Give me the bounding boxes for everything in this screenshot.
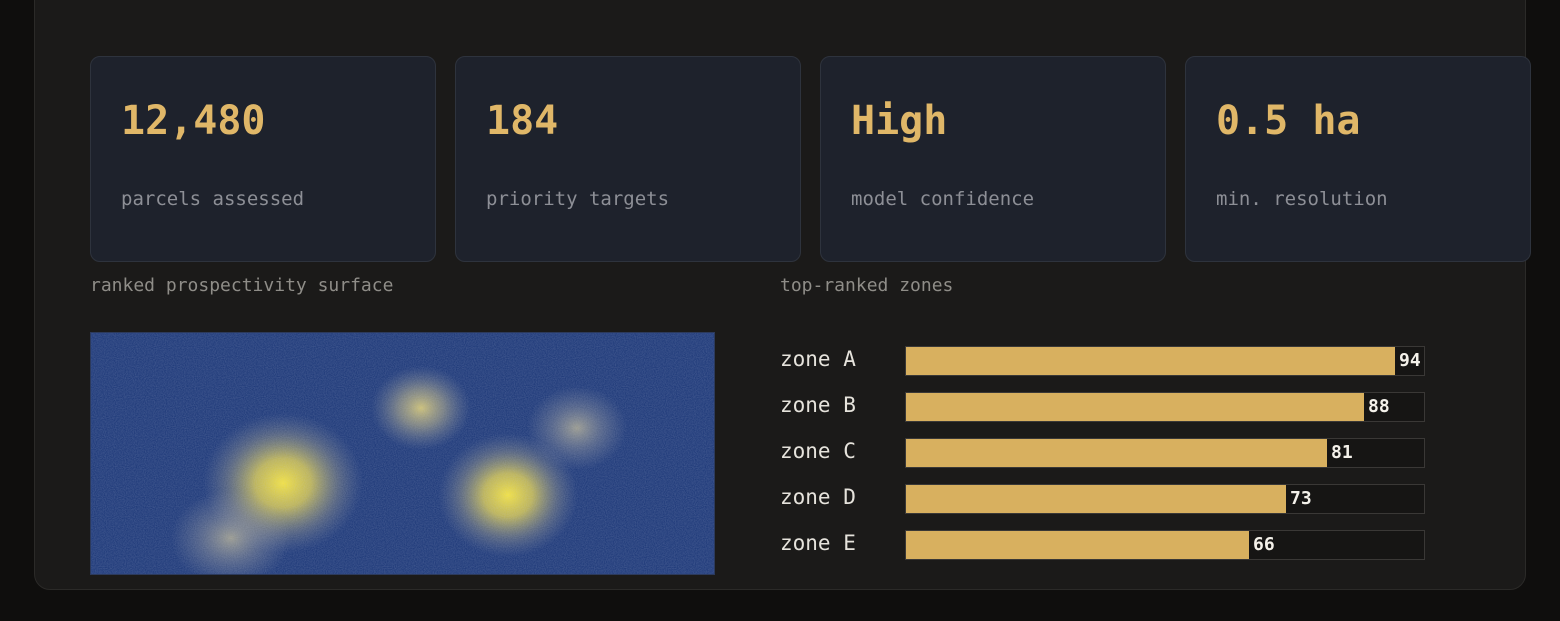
bar [906, 347, 1395, 375]
bar [906, 393, 1364, 421]
bar-value-label: 73 [1290, 488, 1312, 509]
stat-label: min. resolution [1216, 188, 1388, 210]
bar-value-label: 88 [1368, 396, 1390, 417]
prospectivity-heatmap [90, 332, 715, 575]
bar-category-label: zone A [780, 347, 856, 371]
bar-category-label: zone D [780, 485, 856, 509]
chart-title: top-ranked zones [780, 275, 954, 296]
heatmap-title: ranked prospectivity surface [90, 275, 394, 296]
bar-value-label: 94 [1399, 350, 1421, 371]
bar [906, 439, 1327, 467]
stat-label: priority targets [486, 188, 670, 210]
stat-value: 184 [486, 98, 559, 144]
bar-track [905, 392, 1425, 422]
heatmap-noise [91, 333, 714, 574]
bar [906, 485, 1286, 513]
bar-category-label: zone B [780, 393, 856, 417]
stat-value: 0.5 ha [1216, 98, 1361, 144]
stat-card-resolution: 0.5 ha min. resolution [1185, 56, 1531, 262]
stat-label: model confidence [851, 188, 1035, 210]
bar-track [905, 346, 1425, 376]
bar-category-label: zone E [780, 531, 856, 555]
stat-label: parcels assessed [121, 188, 305, 210]
bar-category-label: zone C [780, 439, 856, 463]
bar-track [905, 484, 1425, 514]
stat-value: High [851, 98, 948, 144]
zones-bar-chart: zone A 94 zone B 88 zone C 81 zone D 73 zone E 66 [780, 336, 1480, 576]
stat-card-parcels: 12,480 parcels assessed [90, 56, 436, 262]
bar-value-label: 81 [1331, 442, 1353, 463]
heatmap-surface [91, 333, 714, 574]
bar-track [905, 530, 1425, 560]
stat-card-targets: 184 priority targets [455, 56, 801, 262]
stat-card-confidence: High model confidence [820, 56, 1166, 262]
bar-value-label: 66 [1253, 534, 1275, 555]
bar [906, 531, 1249, 559]
stat-value: 12,480 [121, 98, 266, 144]
